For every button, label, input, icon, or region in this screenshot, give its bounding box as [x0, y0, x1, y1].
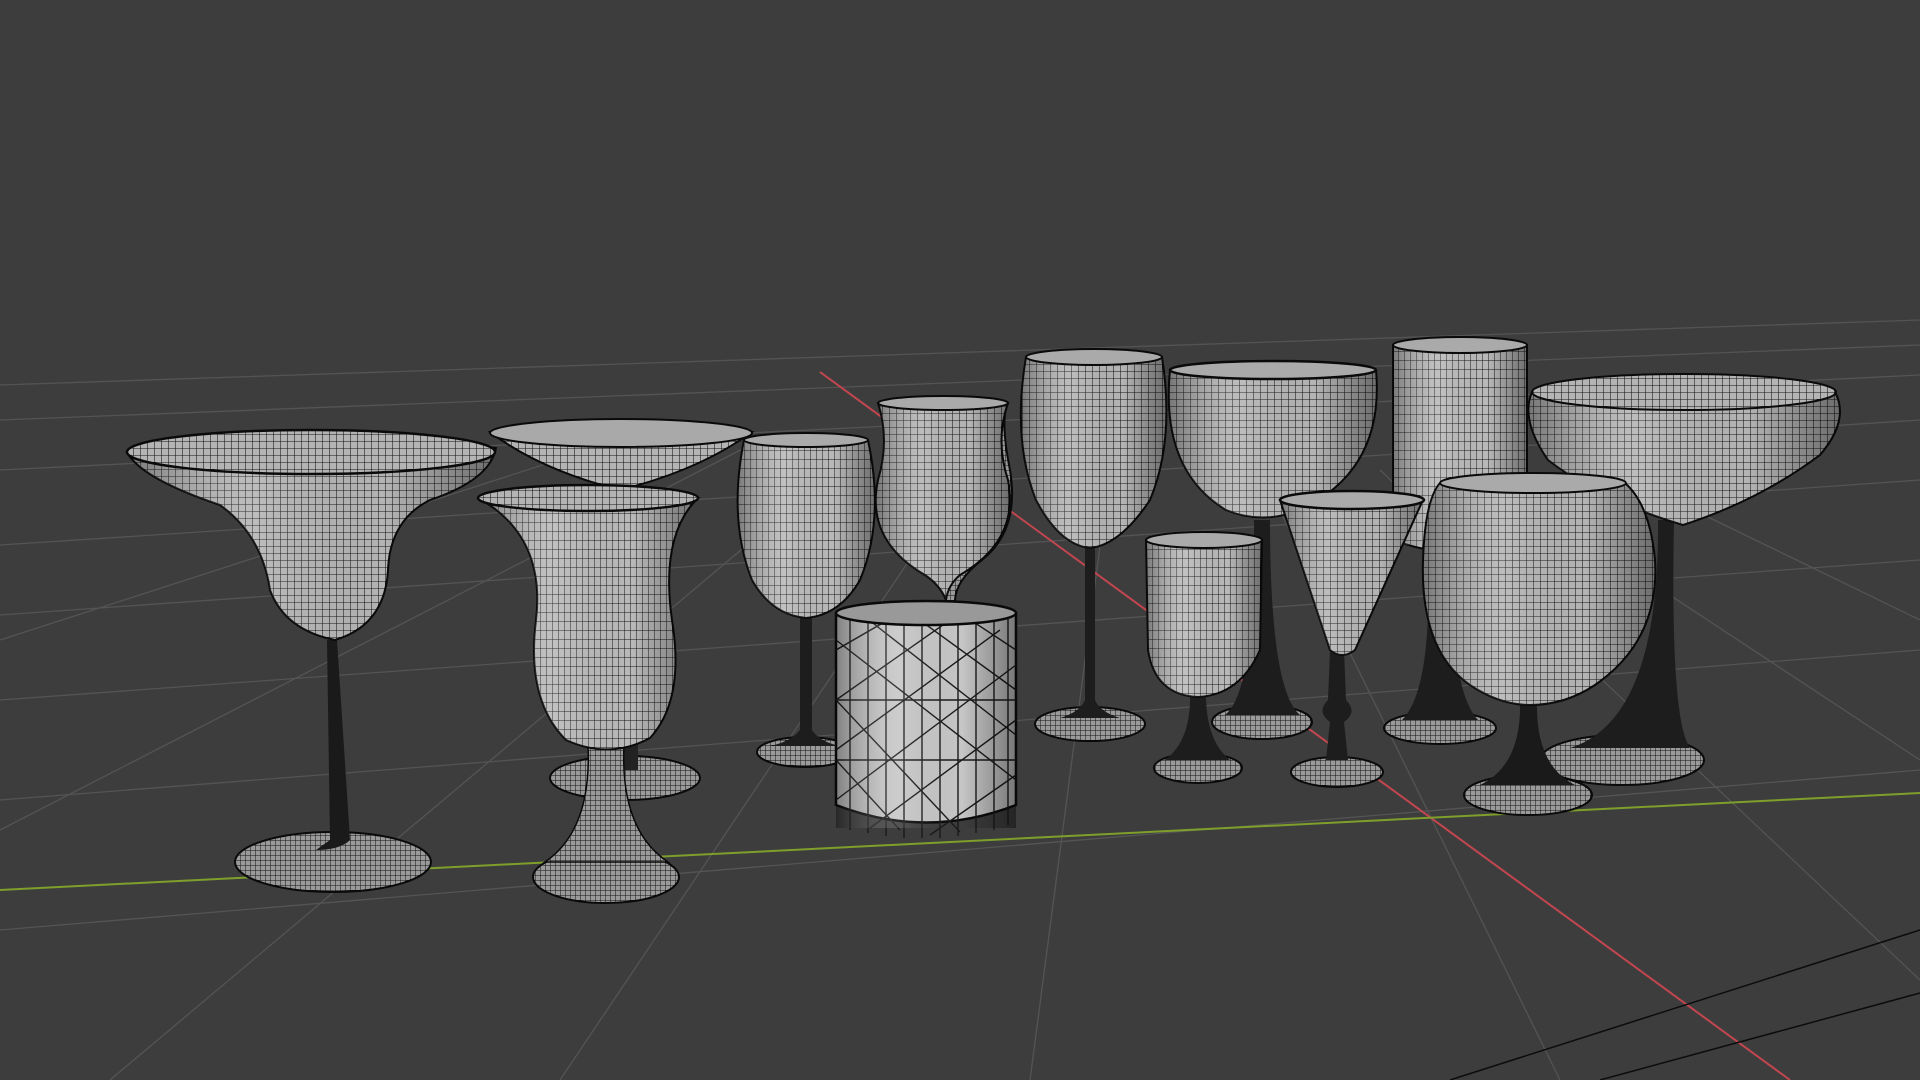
rocks-glass-cut[interactable]: [834, 599, 1018, 838]
3d-viewport[interactable]: [0, 0, 1920, 1080]
